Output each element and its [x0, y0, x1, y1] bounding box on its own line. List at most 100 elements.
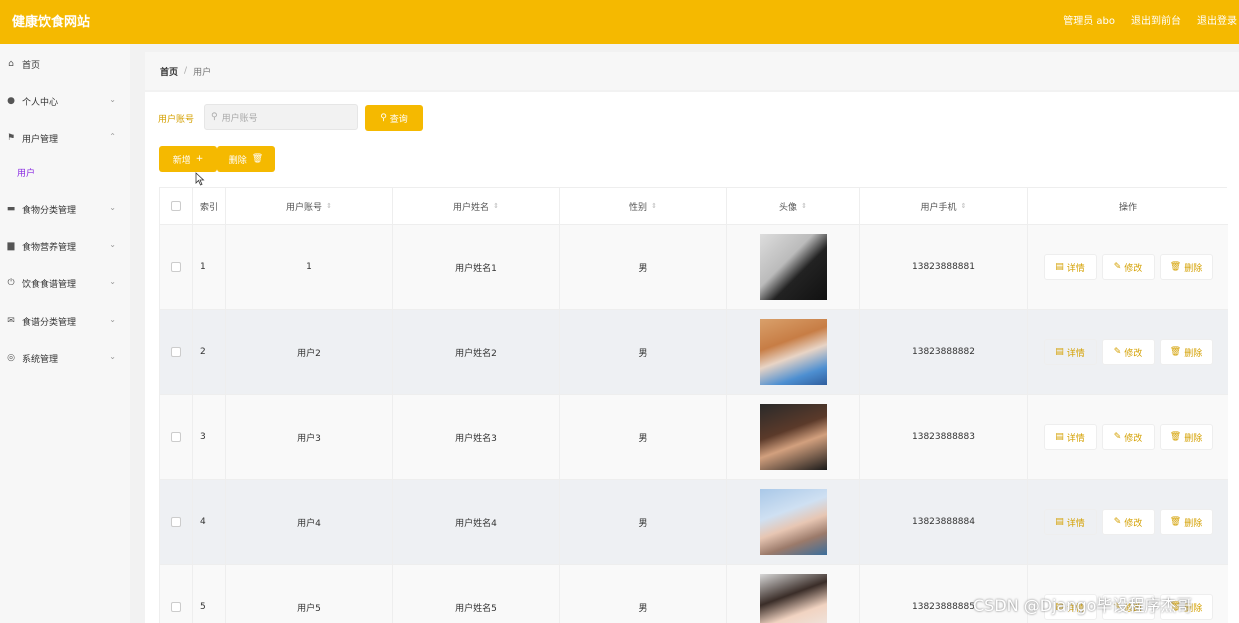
- mouse-cursor-icon: [195, 172, 205, 186]
- sidebar-item-home[interactable]: ⌂ 首页: [0, 52, 130, 76]
- detail-button[interactable]: ▤ 详情: [1043, 424, 1097, 450]
- document-icon: ▤: [1055, 517, 1064, 527]
- chevron-down-icon: ⌄: [109, 277, 116, 286]
- sidebar-item-food-category[interactable]: ▬ 食物分类管理 ⌄: [0, 197, 130, 221]
- header-links: 管理员 abo 退出到前台 退出登录: [1063, 12, 1237, 27]
- add-button[interactable]: 新增 +: [159, 146, 217, 172]
- cell-phone: 13823888881: [860, 225, 1028, 309]
- breadcrumb-home[interactable]: 首页: [160, 65, 178, 78]
- row-checkbox[interactable]: [171, 517, 181, 527]
- delete-button[interactable]: 🗑 删除: [1159, 424, 1213, 450]
- cell-name: 用户姓名4: [393, 480, 560, 564]
- breadcrumb: 首页 / 用户: [145, 52, 1239, 90]
- delete-label: 删除: [1184, 433, 1203, 444]
- edit-button[interactable]: ✎ 修改: [1101, 509, 1155, 535]
- trash-icon: 🗑: [1169, 432, 1182, 442]
- query-button[interactable]: ⚲ 查询: [365, 105, 423, 131]
- header-account[interactable]: 用户账号 ⇕: [226, 188, 393, 224]
- site-title: 健康饮食网站: [12, 15, 91, 30]
- detail-button[interactable]: ▤ 详情: [1043, 254, 1097, 280]
- sidebar-item-label: 个人中心: [22, 97, 59, 108]
- header-phone[interactable]: 用户手机 ⇕: [860, 188, 1028, 224]
- avatar[interactable]: [759, 489, 827, 555]
- cell-gender: 男: [560, 480, 727, 564]
- edit-icon: ✎: [1113, 347, 1122, 357]
- compass-icon: ◎: [7, 353, 15, 363]
- flag-icon: ⚑: [6, 133, 16, 143]
- sidebar-item-user-management[interactable]: ⚑ 用户管理 ⌃: [0, 126, 130, 150]
- row-checkbox-cell: [160, 565, 193, 623]
- edit-label: 修改: [1124, 518, 1143, 529]
- row-checkbox-cell: [160, 480, 193, 564]
- row-checkbox[interactable]: [171, 262, 181, 272]
- cell-avatar: [727, 310, 860, 394]
- row-checkbox[interactable]: [171, 602, 181, 612]
- main-content: 首页 / 用户 用户账号 ⚲ 用户账号 ⚲ 查询 新增 + 删除 🗑 索引 用户…: [145, 52, 1239, 623]
- user-icon: ●: [7, 96, 15, 106]
- delete-button-label: 删除: [228, 155, 247, 166]
- table-row: 2 用户2 用户姓名2 男 13823888882 ▤ 详情 ✎ 修改 🗑 删除: [160, 310, 1228, 395]
- avatar[interactable]: [759, 234, 827, 300]
- avatar[interactable]: [759, 319, 827, 385]
- cell-index: 1: [193, 225, 226, 309]
- table-row: 3 用户3 用户姓名3 男 13823888883 ▤ 详情 ✎ 修改 🗑 删除: [160, 395, 1228, 480]
- header-gender[interactable]: 性别 ⇕: [560, 188, 727, 224]
- cell-index: 2: [193, 310, 226, 394]
- detail-button[interactable]: ▤ 详情: [1043, 509, 1097, 535]
- admin-label: 管理员 abo: [1063, 16, 1115, 27]
- avatar[interactable]: [759, 404, 827, 470]
- sidebar-item-label: 食物营养管理: [22, 242, 77, 253]
- cell-index: 4: [193, 480, 226, 564]
- delete-button[interactable]: 🗑 删除: [1159, 254, 1213, 280]
- edit-button[interactable]: ✎ 修改: [1101, 424, 1155, 450]
- edit-label: 修改: [1124, 263, 1143, 274]
- header-actions: 操作: [1118, 202, 1137, 213]
- top-bar: 健康饮食网站 管理员 abo 退出到前台 退出登录: [0, 0, 1239, 44]
- cell-actions: ▤ 详情 ✎ 修改 🗑 删除: [1028, 480, 1228, 564]
- sidebar-item-food-nutrition[interactable]: ▆ 食物营养管理 ⌄: [0, 234, 130, 258]
- batch-delete-button[interactable]: 删除 🗑: [217, 146, 275, 172]
- edit-button[interactable]: ✎ 修改: [1101, 339, 1155, 365]
- sort-icon: ⇕: [493, 202, 499, 210]
- header-label: 用户账号: [286, 202, 323, 213]
- sort-icon: ⇕: [960, 202, 967, 210]
- delete-button[interactable]: 🗑 删除: [1159, 509, 1213, 535]
- edit-button[interactable]: ✎ 修改: [1101, 254, 1155, 280]
- logout-link[interactable]: 退出登录: [1197, 12, 1237, 27]
- cell-account: 用户5: [226, 565, 393, 623]
- back-to-front-link[interactable]: 退出到前台: [1131, 12, 1181, 27]
- cell-phone: 13823888883: [860, 395, 1028, 479]
- detail-button[interactable]: ▤ 详情: [1043, 339, 1097, 365]
- power-icon: ⏻: [7, 278, 15, 288]
- avatar[interactable]: [759, 574, 827, 623]
- home-icon: ⌂: [8, 59, 14, 69]
- sidebar-subitem-user[interactable]: 用户: [17, 166, 35, 179]
- edit-label: 修改: [1124, 433, 1143, 444]
- sidebar: ⌂ 首页 ● 个人中心 ⌄ ⚑ 用户管理 ⌃ 用户 ▬ 食物分类管理 ⌄ ▆ 食…: [0, 44, 130, 623]
- sidebar-item-personal-center[interactable]: ● 个人中心 ⌄: [0, 89, 130, 113]
- sidebar-item-recipe-category[interactable]: ✉ 食谱分类管理 ⌄: [0, 309, 130, 333]
- row-checkbox[interactable]: [171, 347, 181, 357]
- cell-gender: 男: [560, 565, 727, 623]
- sort-icon: ⇕: [326, 202, 332, 210]
- sidebar-item-label: 食物分类管理: [22, 205, 77, 216]
- edit-label: 修改: [1124, 348, 1143, 359]
- row-checkbox[interactable]: [171, 432, 181, 442]
- cell-gender: 男: [560, 310, 727, 394]
- search-icon: ⚲: [380, 113, 387, 123]
- table-row: 4 用户4 用户姓名4 男 13823888884 ▤ 详情 ✎ 修改 🗑 删除: [160, 480, 1228, 565]
- cell-account: 用户3: [226, 395, 393, 479]
- sidebar-item-diet-recipe[interactable]: ⏻ 饮食食谱管理 ⌄: [0, 271, 130, 295]
- header-avatar[interactable]: 头像 ⇕: [727, 188, 860, 224]
- sort-icon: ⇕: [801, 202, 807, 210]
- sidebar-item-system[interactable]: ◎ 系统管理 ⌄: [0, 346, 130, 370]
- header-name[interactable]: 用户姓名 ⇕: [393, 188, 560, 224]
- cell-name: 用户姓名2: [393, 310, 560, 394]
- select-all-checkbox[interactable]: [171, 201, 181, 211]
- document-icon: ▤: [1055, 432, 1064, 442]
- watermark: CSDN @Django毕设程序杰哥: [973, 596, 1193, 615]
- search-input[interactable]: ⚲ 用户账号: [204, 104, 358, 130]
- query-button-label: 查询: [389, 114, 408, 125]
- delete-button[interactable]: 🗑 删除: [1159, 339, 1213, 365]
- cell-actions: ▤ 详情 ✎ 修改 🗑 删除: [1028, 395, 1228, 479]
